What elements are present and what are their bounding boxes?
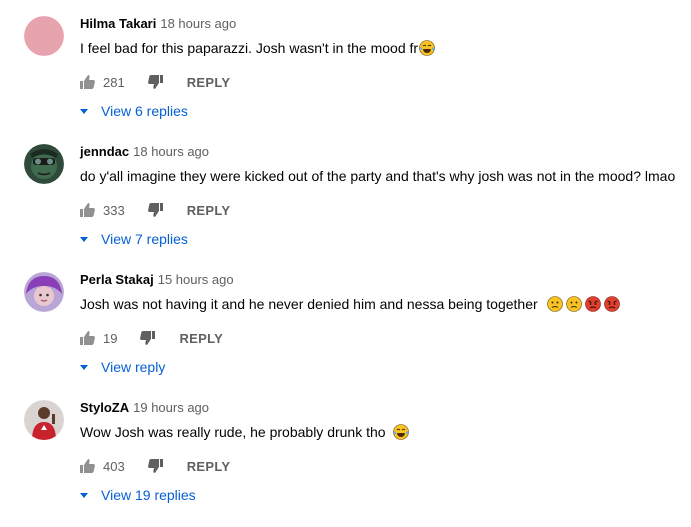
comment-actions: 403 REPLY <box>78 454 230 478</box>
avatar[interactable] <box>24 144 64 184</box>
comment-thread: Perla Stakaj 15 hours ago Josh was not ha… <box>0 256 691 384</box>
view-replies-button[interactable]: View 19 replies <box>78 483 196 507</box>
thumbs-down-icon[interactable] <box>147 457 165 475</box>
view-replies-button[interactable]: View reply <box>78 355 165 379</box>
thumbs-up-icon[interactable] <box>78 73 96 91</box>
confused-emoji <box>546 296 563 312</box>
thumbs-up-icon[interactable] <box>78 201 96 219</box>
caret-down-icon <box>78 489 90 501</box>
comment-text: I feel bad for this paparazzi. Josh wasn… <box>80 38 435 58</box>
view-replies-label: View 7 replies <box>101 231 188 247</box>
author-name[interactable]: jenndac <box>80 144 129 159</box>
tears-of-joy-emoji <box>419 40 435 56</box>
author-name[interactable]: Hilma Takari <box>80 16 156 31</box>
caret-down-icon <box>78 105 90 117</box>
view-replies-button[interactable]: View 7 replies <box>78 227 188 251</box>
comment-header: StyloZA 19 hours ago <box>80 399 209 417</box>
reply-button[interactable]: REPLY <box>187 203 231 218</box>
view-replies-button[interactable]: View 6 replies <box>78 99 188 123</box>
thumbs-down-icon[interactable] <box>147 201 165 219</box>
comment-timestamp[interactable]: 15 hours ago <box>158 272 234 287</box>
confused-emoji <box>565 296 582 312</box>
view-replies-label: View 19 replies <box>101 487 196 503</box>
comment-thread: jenndac 18 hours ago do y'all imagine the… <box>0 128 691 256</box>
comment-text: Josh was not having it and he never deni… <box>80 294 620 314</box>
comment-header: jenndac 18 hours ago <box>80 143 209 161</box>
thumbs-up-icon[interactable] <box>78 457 96 475</box>
comment-body: I feel bad for this paparazzi. Josh wasn… <box>80 40 419 56</box>
tears-of-joy-emoji <box>393 424 410 440</box>
comment-body: Josh was not having it and he never deni… <box>80 296 538 312</box>
view-replies-label: View reply <box>101 359 166 375</box>
avatar[interactable] <box>24 400 64 440</box>
thumbs-up-icon[interactable] <box>78 329 96 347</box>
caret-down-icon <box>78 233 90 245</box>
reply-button[interactable]: REPLY <box>179 331 223 346</box>
author-name[interactable]: StyloZA <box>80 400 129 415</box>
like-count: 333 <box>103 202 125 218</box>
avatar[interactable] <box>24 16 64 56</box>
comment-actions: 281 REPLY <box>78 70 230 94</box>
comment-thread: StyloZA 19 hours ago Wow Josh was really … <box>0 384 691 512</box>
thumbs-down-icon[interactable] <box>139 329 157 347</box>
angry-emoji <box>584 296 601 312</box>
comment-thread: Hilma Takari 18 hours ago I feel bad for … <box>0 0 691 128</box>
avatar[interactable] <box>24 272 64 312</box>
angry-emoji <box>603 296 620 312</box>
comment-actions: 333 REPLY <box>78 198 230 222</box>
comment-timestamp[interactable]: 18 hours ago <box>160 16 236 31</box>
comment-header: Hilma Takari 18 hours ago <box>80 15 236 33</box>
thumbs-down-icon[interactable] <box>147 73 165 91</box>
comment-body: Wow Josh was really rude, he probably dr… <box>80 424 386 440</box>
like-count: 19 <box>103 330 118 346</box>
comment-timestamp[interactable]: 18 hours ago <box>133 144 209 159</box>
comment-actions: 19 REPLY <box>78 326 223 350</box>
comment-text: do y'all imagine they were kicked out of… <box>80 166 675 186</box>
like-count: 281 <box>103 74 125 90</box>
like-count: 403 <box>103 458 125 474</box>
reply-button[interactable]: REPLY <box>187 459 231 474</box>
view-replies-label: View 6 replies <box>101 103 188 119</box>
comment-text: Wow Josh was really rude, he probably dr… <box>80 422 410 442</box>
comment-timestamp[interactable]: 19 hours ago <box>133 400 209 415</box>
caret-down-icon <box>78 361 90 373</box>
reply-button[interactable]: REPLY <box>187 75 231 90</box>
author-name[interactable]: Perla Stakaj <box>80 272 154 287</box>
comment-header: Perla Stakaj 15 hours ago <box>80 271 234 289</box>
comment-body: do y'all imagine they were kicked out of… <box>80 168 676 184</box>
